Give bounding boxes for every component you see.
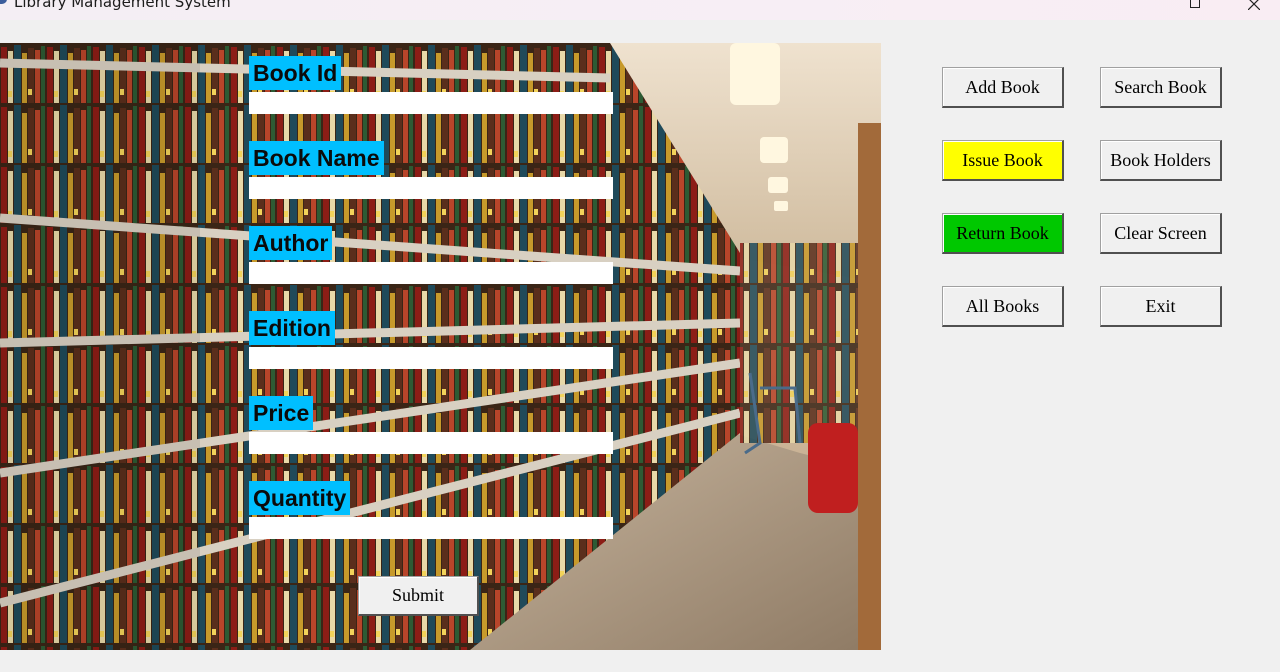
clear-screen-button[interactable]: Clear Screen (1100, 213, 1222, 254)
book-id-label: Book Id (249, 56, 342, 90)
close-icon (1248, 0, 1260, 10)
app-icon (0, 0, 7, 4)
book-id-input[interactable] (249, 92, 613, 114)
return-book-button[interactable]: Return Book (942, 213, 1064, 254)
book-name-label: Book Name (249, 141, 384, 175)
edition-input[interactable] (249, 347, 613, 369)
restore-icon (1190, 0, 1200, 8)
all-books-button[interactable]: All Books (942, 286, 1064, 327)
author-input[interactable] (249, 262, 613, 284)
exit-button[interactable]: Exit (1100, 286, 1222, 327)
book-name-input[interactable] (249, 177, 613, 199)
quantity-input[interactable] (249, 517, 613, 539)
quantity-label: Quantity (249, 481, 351, 515)
price-input[interactable] (249, 432, 613, 454)
author-label: Author (249, 226, 333, 260)
edition-label: Edition (249, 311, 335, 345)
title-bar: Library Management System (0, 0, 1280, 20)
restore-button[interactable] (1173, 0, 1219, 14)
close-button[interactable] (1231, 0, 1277, 14)
price-label: Price (249, 396, 314, 430)
add-book-button[interactable]: Add Book (942, 67, 1064, 108)
search-book-button[interactable]: Search Book (1100, 67, 1222, 108)
book-holders-button[interactable]: Book Holders (1100, 140, 1222, 181)
window-title: Library Management System (14, 0, 231, 11)
submit-button[interactable]: Submit (358, 576, 479, 616)
issue-book-button[interactable]: Issue Book (942, 140, 1064, 181)
